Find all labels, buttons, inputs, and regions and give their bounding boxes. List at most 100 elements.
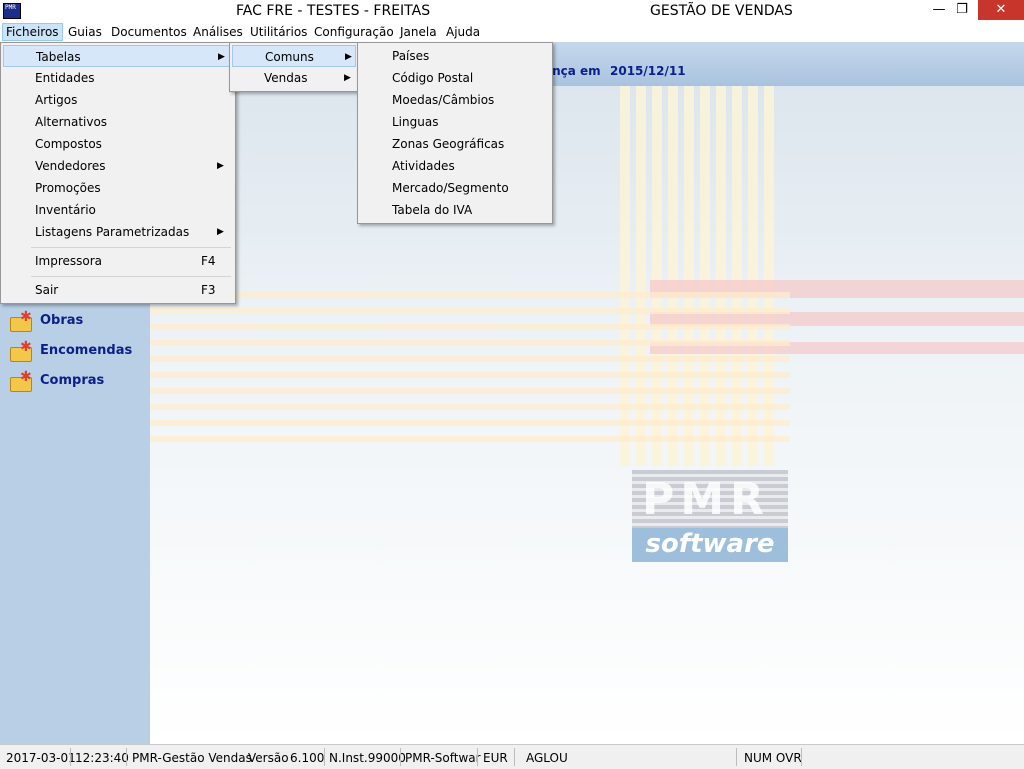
menu-item-comuns[interactable]: Comuns ▶ bbox=[232, 45, 356, 67]
app-icon[interactable]: PMR bbox=[3, 3, 21, 19]
status-divider bbox=[477, 748, 478, 766]
menu-item-label: Tabelas bbox=[36, 50, 81, 64]
status-app: PMR-Gestão Vendas bbox=[132, 751, 252, 765]
decor-line bbox=[150, 324, 790, 330]
menu-item-label: Alternativos bbox=[35, 115, 108, 129]
menu-item-label: Mercado/Segmento bbox=[392, 181, 509, 195]
menu-item-label: Listagens Parametrizadas bbox=[35, 225, 190, 239]
decor-line bbox=[150, 356, 790, 362]
menu-item-mercado-segmento[interactable]: Mercado/Segmento bbox=[360, 177, 548, 199]
menu-item-shortcut: F3 bbox=[201, 283, 216, 297]
menu-item-compostos[interactable]: Compostos bbox=[3, 133, 231, 155]
menu-item-label: Vendas bbox=[264, 71, 308, 85]
status-user: AGLOU bbox=[526, 751, 568, 765]
submenu-arrow-icon: ▶ bbox=[344, 73, 351, 83]
menu-item-codigo-postal[interactable]: Código Postal bbox=[360, 67, 548, 89]
status-version: 6.100 bbox=[290, 751, 325, 765]
menu-documentos[interactable]: Documentos bbox=[108, 24, 190, 40]
menu-item-zonas-geograficas[interactable]: Zonas Geográficas bbox=[360, 133, 548, 155]
decor-line bbox=[150, 372, 790, 378]
menu-comuns-submenu: Países Código Postal Moedas/Câmbios Ling… bbox=[357, 42, 553, 224]
title-bar: PMR FAC FRE - TESTES - FREITAS GESTÃO DE… bbox=[0, 0, 1024, 22]
menu-item-tabelas[interactable]: Tabelas ▶ bbox=[3, 45, 231, 67]
decor-line bbox=[150, 388, 790, 394]
menu-item-vendedores[interactable]: Vendedores ▶ bbox=[3, 155, 231, 177]
menu-item-label: Código Postal bbox=[392, 71, 474, 85]
menu-item-promocoes[interactable]: Promoções bbox=[3, 177, 231, 199]
status-divider bbox=[324, 748, 325, 766]
status-divider bbox=[514, 748, 515, 766]
status-date: 2017-03-01 bbox=[6, 751, 76, 765]
menu-item-moedas-cambios[interactable]: Moedas/Câmbios bbox=[360, 89, 548, 111]
menu-item-label: Vendedores bbox=[35, 159, 106, 173]
menu-item-tabela-iva[interactable]: Tabela do IVA bbox=[360, 199, 548, 221]
menu-item-label: Sair bbox=[35, 283, 59, 297]
status-divider bbox=[126, 748, 127, 766]
menu-analises[interactable]: Análises bbox=[190, 24, 246, 40]
menu-item-artigos[interactable]: Artigos bbox=[3, 89, 231, 111]
menu-item-sair[interactable]: Sair F3 bbox=[3, 279, 231, 301]
menu-item-label: Zonas Geográficas bbox=[392, 137, 505, 151]
decor-line bbox=[150, 436, 790, 442]
window-title: FAC FRE - TESTES - FREITAS bbox=[236, 3, 431, 19]
logo-software-text: software bbox=[632, 528, 788, 562]
menu-separator bbox=[31, 276, 231, 277]
menu-item-linguas[interactable]: Linguas bbox=[360, 111, 548, 133]
menu-item-listagens-parametrizadas[interactable]: Listagens Parametrizadas ▶ bbox=[3, 221, 231, 243]
decor-line bbox=[150, 308, 790, 314]
status-divider bbox=[400, 748, 401, 766]
menu-item-label: Moedas/Câmbios bbox=[392, 93, 495, 107]
submenu-arrow-icon: ▶ bbox=[218, 52, 225, 62]
status-divider bbox=[736, 748, 737, 766]
menu-item-label: Artigos bbox=[35, 93, 78, 107]
menu-item-inventario[interactable]: Inventário bbox=[3, 199, 231, 221]
menu-item-label: Comuns bbox=[265, 50, 314, 64]
app-icon-text: PMR bbox=[5, 4, 16, 11]
folder-icon: ✱ bbox=[10, 340, 32, 362]
folder-icon: ✱ bbox=[10, 370, 32, 392]
submenu-arrow-icon: ▶ bbox=[345, 52, 352, 62]
close-button[interactable]: ✕ bbox=[978, 0, 1024, 20]
decor-line bbox=[150, 292, 790, 298]
module-title: GESTÃO DE VENDAS bbox=[650, 3, 793, 19]
menu-item-atividades[interactable]: Atividades bbox=[360, 155, 548, 177]
menu-ajuda[interactable]: Ajuda bbox=[443, 24, 483, 40]
menu-item-paises[interactable]: Países bbox=[360, 45, 548, 67]
menu-janela[interactable]: Janela bbox=[397, 24, 440, 40]
maximize-button[interactable]: ❐ bbox=[948, 0, 976, 20]
status-divider bbox=[801, 748, 802, 766]
status-time: 12:23:40 bbox=[75, 751, 129, 765]
menu-item-vendas[interactable]: Vendas ▶ bbox=[232, 67, 356, 89]
logo-pmr-text: PMR bbox=[642, 474, 770, 525]
menu-ficheiros-dropdown: Tabelas ▶ Entidades Artigos Alternativos… bbox=[0, 42, 236, 304]
menu-item-label: Promoções bbox=[35, 181, 101, 195]
submenu-arrow-icon: ▶ bbox=[217, 227, 224, 237]
folder-icon: ✱ bbox=[10, 310, 32, 332]
menu-utilitarios[interactable]: Utilitários bbox=[247, 24, 310, 40]
menu-configuracao[interactable]: Configuração bbox=[311, 24, 397, 40]
decor-line bbox=[150, 420, 790, 426]
menu-item-label: Compostos bbox=[35, 137, 102, 151]
menu-item-label: Tabela do IVA bbox=[392, 203, 473, 217]
menu-item-entidades[interactable]: Entidades bbox=[3, 67, 231, 89]
status-version-label: Versão bbox=[248, 751, 289, 765]
status-keys: NUM OVR bbox=[744, 751, 802, 765]
menu-item-shortcut: F4 bbox=[201, 254, 216, 268]
menu-item-label: Entidades bbox=[35, 71, 95, 85]
menu-guias[interactable]: Guias bbox=[65, 24, 105, 40]
header-date: 2015/12/11 bbox=[610, 64, 686, 78]
sidebar-item-label: Encomendas bbox=[40, 343, 133, 358]
menu-item-label: Linguas bbox=[392, 115, 439, 129]
menu-item-impressora[interactable]: Impressora F4 bbox=[3, 250, 231, 272]
pmr-software-logo: PMR software bbox=[632, 470, 788, 562]
menu-item-alternativos[interactable]: Alternativos bbox=[3, 111, 231, 133]
menu-ficheiros[interactable]: Ficheiros bbox=[2, 23, 63, 41]
menu-tabelas-submenu: Comuns ▶ Vendas ▶ bbox=[229, 42, 361, 92]
status-divider bbox=[70, 748, 71, 766]
menu-separator bbox=[31, 247, 231, 248]
menu-item-label: Atividades bbox=[392, 159, 455, 173]
decor-line bbox=[150, 404, 790, 410]
sidebar-item-label: Obras bbox=[40, 313, 84, 328]
main-canvas bbox=[150, 86, 1024, 744]
status-bar: 2017-03-01 12:23:40 PMR-Gestão Vendas Ve… bbox=[0, 744, 1024, 769]
